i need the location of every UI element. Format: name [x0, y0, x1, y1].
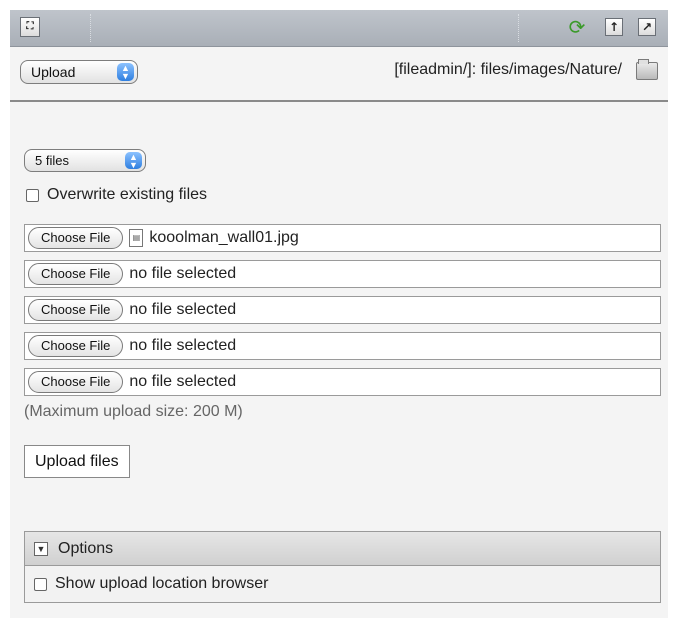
top-toolbar: ⛶ ⟳ ↑ ↗ — [10, 10, 668, 47]
choose-file-button[interactable]: Choose File — [28, 299, 124, 321]
file-input-2[interactable]: Choose File no file selected — [24, 260, 661, 288]
open-new-window-icon[interactable]: ↗ — [638, 18, 656, 36]
overwrite-option[interactable]: Overwrite existing files — [26, 186, 207, 204]
file-input-4[interactable]: Choose File no file selected — [24, 332, 661, 360]
folder-icon[interactable] — [636, 59, 658, 80]
choose-file-button[interactable]: Choose File — [28, 263, 124, 285]
refresh-icon[interactable]: ⟳ — [566, 16, 588, 38]
selected-file-name: kooolman_wall01.jpg — [149, 229, 299, 246]
options-title: Options — [58, 539, 114, 557]
action-select[interactable]: Upload ▲ ▼ — [20, 60, 138, 84]
options-body: Show upload location browser — [24, 566, 661, 603]
choose-file-button[interactable]: Choose File — [28, 335, 124, 357]
choose-file-button[interactable]: Choose File — [28, 227, 124, 249]
level-up-icon[interactable]: ↑ — [605, 18, 623, 36]
action-select-value: Upload — [31, 64, 76, 80]
collapse-toggle-icon[interactable]: ▼ — [34, 541, 48, 556]
show-browser-option[interactable]: Show upload location browser — [34, 575, 268, 593]
toolbar-divider — [518, 14, 519, 42]
action-row: Upload ▲ ▼ [fileadmin/]: files/images/Nat… — [10, 47, 668, 102]
file-input-3[interactable]: Choose File no file selected — [24, 296, 661, 324]
fullscreen-icon[interactable]: ⛶ — [20, 17, 40, 37]
select-arrows-icon: ▲ ▼ — [125, 152, 142, 170]
selected-file-name: no file selected — [129, 265, 237, 282]
file-input-1[interactable]: Choose File ▤ kooolman_wall01.jpg — [24, 224, 661, 252]
selected-file-name: no file selected — [129, 301, 237, 318]
file-count-value: 5 files — [35, 153, 69, 168]
current-path: [fileadmin/]: files/images/Nature/ — [394, 61, 622, 78]
max-upload-size: (Maximum upload size: 200 M) — [24, 403, 243, 420]
file-count-select[interactable]: 5 files ▲ ▼ — [24, 149, 146, 172]
options-header[interactable]: ▼ Options — [24, 531, 661, 566]
show-browser-label: Show upload location browser — [55, 575, 269, 592]
toolbar-divider — [90, 14, 91, 42]
show-browser-checkbox[interactable] — [34, 577, 47, 591]
file-input-5[interactable]: Choose File no file selected — [24, 368, 661, 396]
overwrite-checkbox[interactable] — [26, 188, 39, 202]
choose-file-button[interactable]: Choose File — [28, 371, 124, 393]
image-file-icon: ▤ — [129, 229, 144, 247]
upload-files-button[interactable]: Upload files — [24, 445, 130, 478]
selected-file-name: no file selected — [129, 337, 237, 354]
select-arrows-icon: ▲ ▼ — [117, 63, 134, 81]
selected-file-name: no file selected — [129, 373, 237, 390]
file-upload-panel: ⛶ ⟳ ↑ ↗ Upload ▲ ▼ [fileadmin/]: files/im… — [10, 10, 668, 618]
overwrite-label: Overwrite existing files — [47, 186, 208, 203]
